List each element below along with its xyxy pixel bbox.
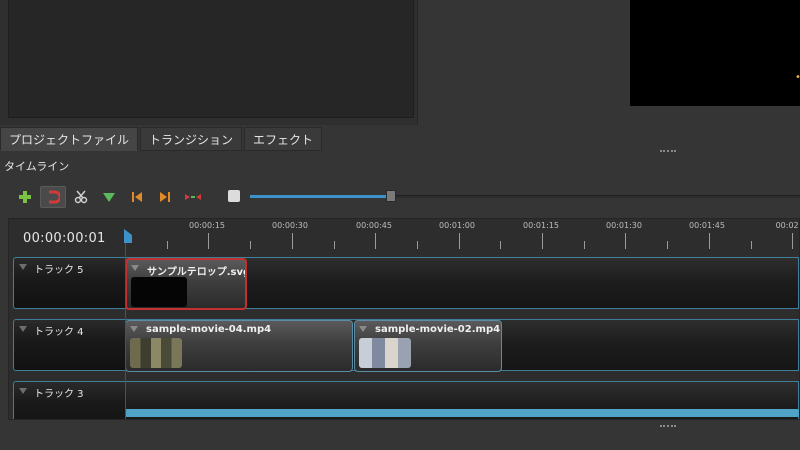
track-row: トラック 5 サンプルテロップ.svg bbox=[13, 257, 799, 310]
add-track-icon bbox=[19, 191, 31, 203]
ruler-label: 00:00:45 bbox=[356, 221, 392, 230]
razor-icon bbox=[74, 190, 88, 204]
ruler-tick bbox=[709, 233, 710, 249]
track-name: トラック 5 bbox=[34, 265, 84, 276]
clip[interactable]: sample-movie-04.mp4 bbox=[125, 320, 353, 372]
ruler-label: 00:01:00 bbox=[439, 221, 475, 230]
clip-name: sample-movie-04.mp4 bbox=[146, 324, 272, 335]
project-files-list[interactable] bbox=[8, 0, 414, 118]
clip[interactable]: sample-movie-02.mp4 bbox=[354, 320, 502, 372]
ruler-label: 00:01:15 bbox=[523, 221, 559, 230]
clip-thumbnail bbox=[130, 338, 182, 368]
playhead-icon[interactable] bbox=[123, 229, 133, 245]
zoom-icon bbox=[228, 190, 240, 202]
track-header[interactable]: トラック 5 bbox=[13, 257, 125, 309]
clip-name: サンプルテロップ.svg bbox=[147, 267, 247, 278]
ruler-tick bbox=[250, 241, 251, 249]
add-marker-button[interactable] bbox=[96, 186, 122, 208]
clip-menu-icon[interactable] bbox=[130, 326, 138, 332]
ruler-tick bbox=[167, 241, 168, 249]
project-files-panel bbox=[0, 0, 418, 125]
splitter-handle-top[interactable] bbox=[660, 150, 676, 154]
track-header[interactable]: トラック 4 bbox=[13, 319, 125, 371]
track-name: トラック 3 bbox=[34, 389, 84, 400]
clip-menu-icon[interactable] bbox=[131, 265, 139, 271]
next-marker-icon bbox=[160, 192, 170, 202]
preview-cursor-icon: • bbox=[795, 72, 800, 86]
video-preview-area bbox=[630, 0, 800, 106]
zoom-slider-fill bbox=[250, 195, 388, 198]
splitter-handle-bottom[interactable] bbox=[660, 425, 676, 429]
ruler-tick bbox=[542, 233, 543, 249]
previous-marker-icon bbox=[132, 192, 142, 202]
previous-marker-button[interactable] bbox=[124, 186, 150, 208]
ruler-tick bbox=[625, 233, 626, 249]
track-collapse-icon bbox=[19, 388, 27, 394]
ruler-label: 00:02:0 bbox=[775, 221, 799, 230]
ruler-tick bbox=[334, 241, 335, 249]
snapping-icon bbox=[49, 190, 60, 204]
track-lane[interactable]: sample-movie-04.mp4 sample-movie-02.mp4 bbox=[125, 319, 799, 372]
ruler-label: 00:00:15 bbox=[189, 221, 225, 230]
timeline-panel: 00:00:00:01 00:00:15 00:00:30 00:00:45 0… bbox=[8, 218, 800, 420]
track-collapse-icon bbox=[19, 326, 27, 332]
ruler-label: 00:01:30 bbox=[606, 221, 642, 230]
track-name: トラック 4 bbox=[34, 327, 84, 338]
clip[interactable]: サンプルテロップ.svg bbox=[125, 258, 247, 310]
center-timeline-button[interactable] bbox=[180, 186, 206, 208]
ruler-tick bbox=[792, 233, 793, 249]
timeline-horizontal-scrollbar[interactable] bbox=[125, 409, 799, 417]
next-marker-button[interactable] bbox=[152, 186, 178, 208]
track-collapse-icon bbox=[19, 264, 27, 270]
ruler-tick bbox=[584, 241, 585, 249]
track-lane[interactable]: サンプルテロップ.svg bbox=[125, 257, 799, 310]
add-marker-icon bbox=[103, 193, 115, 202]
zoom-slider-handle[interactable] bbox=[386, 190, 396, 202]
current-timecode: 00:00:00:01 bbox=[23, 231, 106, 246]
tab-project-files[interactable]: プロジェクトファイル bbox=[0, 127, 139, 151]
razor-button[interactable] bbox=[68, 186, 94, 208]
ruler-tick bbox=[751, 241, 752, 249]
track-header[interactable]: トラック 3 bbox=[13, 381, 125, 419]
timeline-ruler[interactable]: 00:00:15 00:00:30 00:00:45 00:01:00 00:0… bbox=[125, 219, 799, 255]
panel-tabs: プロジェクトファイル トランジション エフェクト bbox=[0, 127, 324, 151]
clip-thumbnail bbox=[359, 338, 411, 368]
ruler-label: 00:00:30 bbox=[272, 221, 308, 230]
ruler-tick bbox=[208, 233, 209, 249]
ruler-tick bbox=[375, 233, 376, 249]
timeline-section-label: タイムライン bbox=[4, 160, 70, 173]
tab-transitions[interactable]: トランジション bbox=[140, 127, 243, 151]
playhead-line bbox=[125, 237, 126, 419]
timeline-toolbar bbox=[12, 184, 208, 210]
ruler-tick bbox=[292, 233, 293, 249]
ruler-label: 00:01:45 bbox=[689, 221, 725, 230]
track-row: トラック 4 sample-movie-04.mp4 sample-movie-… bbox=[13, 319, 799, 372]
clip-thumbnail bbox=[131, 277, 187, 307]
ruler-tick bbox=[500, 241, 501, 249]
ruler-tick bbox=[459, 233, 460, 249]
ruler-tick bbox=[667, 241, 668, 249]
clip-name: sample-movie-02.mp4 bbox=[375, 324, 501, 335]
clip-menu-icon[interactable] bbox=[359, 326, 367, 332]
center-timeline-icon bbox=[185, 194, 201, 200]
ruler-tick bbox=[417, 241, 418, 249]
add-track-button[interactable] bbox=[12, 186, 38, 208]
tab-effects[interactable]: エフェクト bbox=[244, 127, 323, 151]
snapping-button[interactable] bbox=[40, 186, 66, 208]
